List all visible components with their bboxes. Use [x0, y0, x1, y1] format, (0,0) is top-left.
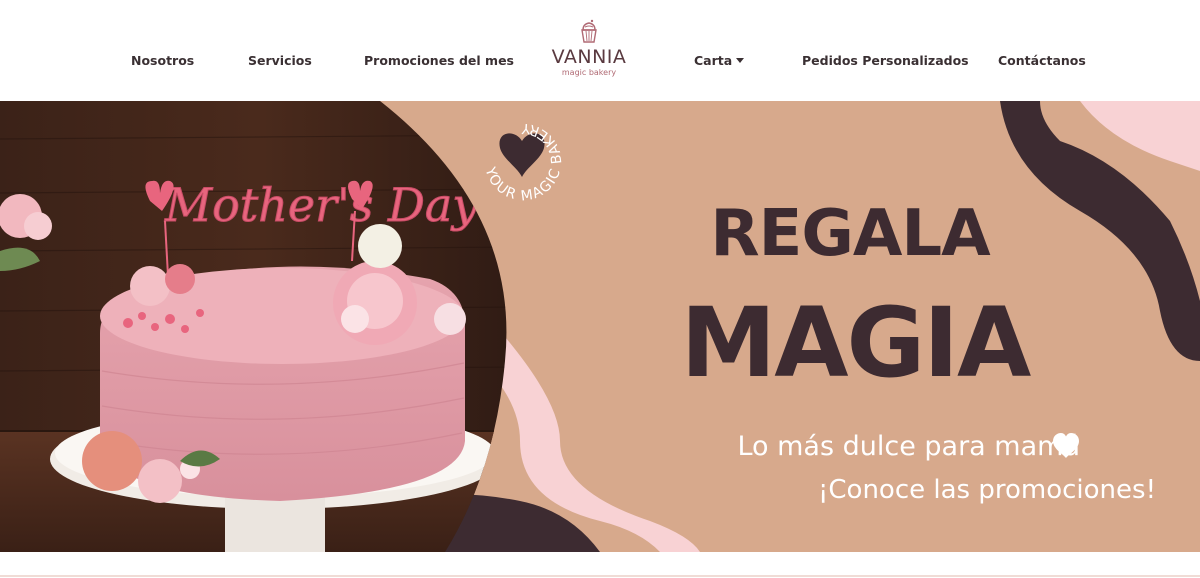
nav-contactanos[interactable]: Contáctanos	[998, 53, 1086, 68]
heart-icon	[1053, 433, 1079, 458]
logo-tagline: magic bakery	[561, 68, 617, 77]
headline-magia: MAGIA	[680, 287, 1032, 399]
svg-text:YOUR MAGIC BAKERY: YOUR MAGIC BAKERY	[481, 120, 565, 205]
nav-carta-dropdown[interactable]: Carta	[694, 53, 745, 68]
cupcake-icon	[581, 19, 597, 43]
badge-curved-text: YOUR MAGIC BAKERY	[481, 120, 565, 205]
brand-logo[interactable]: VANNIA magic bakery	[544, 18, 634, 80]
nav-promociones[interactable]: Promociones del mes	[364, 53, 514, 68]
badge-text: YOUR MAGIC BAKERY	[481, 120, 564, 205]
hero-banner[interactable]: Mother's Day YOUR MAGIC BAKERY REGALA MA…	[0, 101, 1200, 552]
nav-pedidos-personalizados[interactable]: Pedidos Personalizados	[802, 53, 969, 68]
hero-cta-text[interactable]: ¡Conoce las promociones!	[600, 475, 1156, 505]
top-navigation: Nosotros Servicios Promociones del mes V…	[0, 0, 1200, 101]
nav-carta-label: Carta	[694, 53, 733, 68]
section-divider	[0, 575, 1200, 577]
headline-regala: REGALA	[710, 197, 990, 271]
nav-servicios[interactable]: Servicios	[248, 53, 312, 68]
caret-down-icon	[736, 58, 745, 63]
cake-topper-text: Mother's Day	[164, 178, 479, 232]
nav-nosotros[interactable]: Nosotros	[131, 53, 194, 68]
logo-brand-name: VANNIA	[551, 46, 627, 68]
